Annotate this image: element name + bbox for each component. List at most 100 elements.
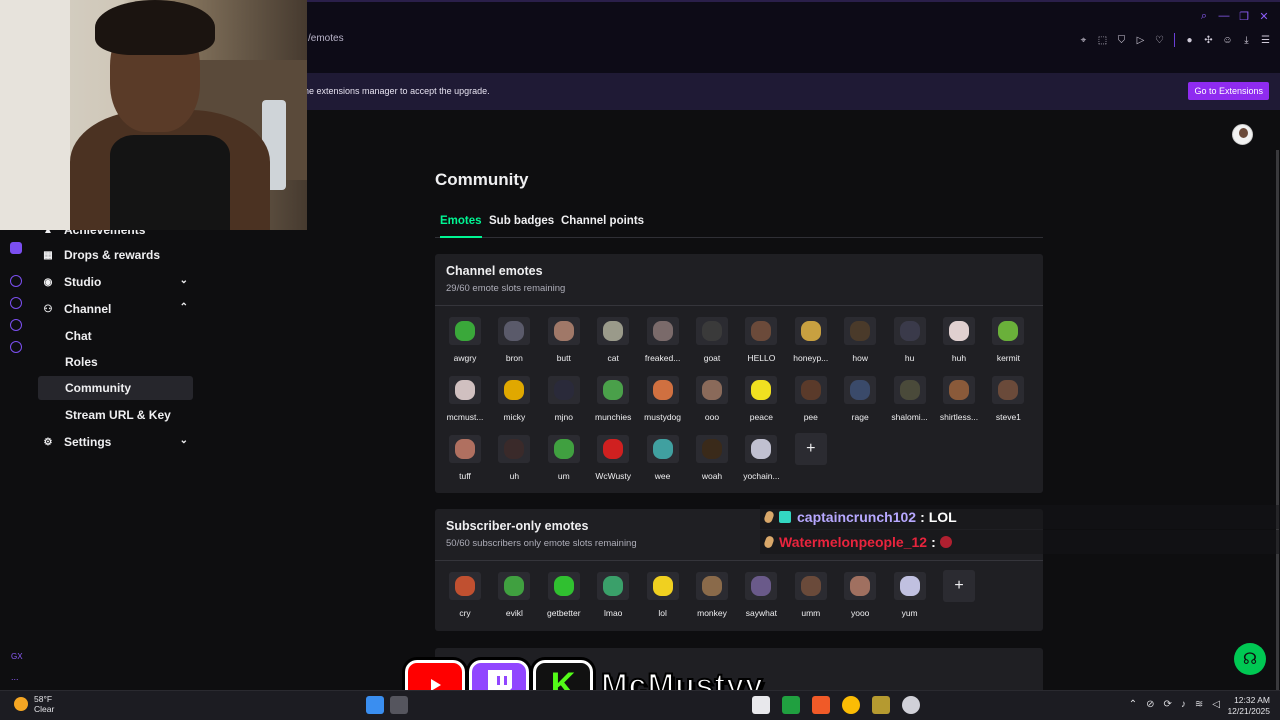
emote-item[interactable]: mustydog	[638, 376, 688, 426]
user-icon[interactable]: ☺	[1221, 34, 1234, 47]
search-icon[interactable]	[390, 696, 408, 714]
add-emote-button[interactable]: +	[943, 570, 975, 602]
sidebar-item-community[interactable]: Community	[38, 376, 193, 400]
emote-item[interactable]: lol	[638, 572, 688, 622]
address-bar-url[interactable]: /emotes	[308, 33, 344, 44]
chrome-icon[interactable]	[842, 696, 860, 714]
emote-item[interactable]: lmao	[588, 572, 638, 622]
emote-item[interactable]: tuff	[440, 435, 490, 485]
emote-item[interactable]: getbetter	[539, 572, 589, 622]
emote-item[interactable]: huh	[934, 317, 984, 367]
emote-item[interactable]: micky	[489, 376, 539, 426]
emote-item[interactable]: monkey	[687, 572, 737, 622]
add-emote-button[interactable]: +	[794, 433, 827, 465]
play-icon[interactable]: ▷	[1134, 34, 1147, 47]
account-icon[interactable]: ●	[1183, 34, 1196, 47]
extensions-rail-icon[interactable]	[10, 319, 22, 331]
emote-item[interactable]: umm	[786, 572, 836, 622]
emote-item[interactable]: cry	[440, 572, 490, 622]
emote-item[interactable]: woah	[687, 435, 737, 485]
wifi-icon[interactable]: ≋	[1195, 699, 1203, 710]
sidebar-item-stream-url-key[interactable]: Stream URL & Key	[38, 403, 193, 427]
emote-item[interactable]: mcmust...	[440, 376, 490, 426]
emote-item[interactable]: awgry	[440, 317, 490, 367]
more-icon[interactable]: ...	[11, 672, 19, 682]
emote-item[interactable]: hu	[885, 317, 935, 367]
go-to-extensions-button[interactable]: Go to Extensions	[1188, 82, 1269, 100]
emote-item[interactable]: munchies	[588, 376, 638, 426]
chevron-up-icon[interactable]: ⌃	[1129, 699, 1137, 710]
emote-item[interactable]: yooo	[835, 572, 885, 622]
emote-item[interactable]: bron	[489, 317, 539, 367]
close-icon[interactable]: ✕	[1258, 10, 1270, 23]
excel-icon[interactable]	[782, 696, 800, 714]
discord-icon[interactable]	[10, 242, 22, 254]
emote-item[interactable]: butt	[539, 317, 589, 367]
settings-rail-icon[interactable]	[10, 341, 22, 353]
emote-item[interactable]: rage	[835, 376, 885, 426]
emote-item[interactable]: ooo	[687, 376, 737, 426]
volume-icon[interactable]: ◁	[1212, 699, 1220, 710]
download-icon[interactable]: ⤓	[1240, 34, 1253, 47]
sidebar-item-settings[interactable]: ⚙ Settings ⌄	[38, 430, 193, 454]
network-icon[interactable]: ⊘	[1146, 699, 1154, 710]
emote-item[interactable]: cat	[588, 317, 638, 367]
extensions-icon[interactable]: ✣	[1202, 34, 1215, 47]
minimize-icon[interactable]: —	[1218, 10, 1230, 22]
emote-item[interactable]: uh	[489, 435, 539, 485]
shield-icon[interactable]: ⛉	[1115, 34, 1128, 47]
emote-item[interactable]: kermit	[983, 317, 1033, 367]
emote-item[interactable]: saywhat	[736, 572, 786, 622]
player-icon[interactable]	[10, 275, 22, 287]
menu-icon[interactable]: ☰	[1259, 34, 1272, 47]
tab-sub-badges[interactable]: Sub badges	[489, 215, 554, 238]
sidebar-item-channel[interactable]: ⚇ Channel ⌃	[38, 297, 193, 321]
emote-item[interactable]: yochain...	[736, 435, 786, 485]
app-icon[interactable]	[812, 696, 830, 714]
emote-image	[547, 317, 580, 345]
heart-icon[interactable]: ♡	[1153, 34, 1166, 47]
emote-item[interactable]: honeyp...	[786, 317, 836, 367]
emote-item[interactable]: freaked...	[638, 317, 688, 367]
emote-item[interactable]: WcWusty	[588, 435, 638, 485]
emote-item[interactable]: wee	[638, 435, 688, 485]
tab-channel-points[interactable]: Channel points	[561, 215, 644, 238]
community-tabs: Emotes Sub badges Channel points	[435, 210, 1043, 238]
emote-item[interactable]: yum	[885, 572, 935, 622]
sidebar-item-chat[interactable]: Chat	[38, 324, 193, 348]
app-icon[interactable]	[902, 696, 920, 714]
restore-icon[interactable]: ❐	[1238, 10, 1250, 23]
taskbar-clock[interactable]: 12:32 AM 12/21/2025	[1227, 695, 1270, 717]
windows-start-icon[interactable]	[366, 696, 384, 714]
sidebar-item-studio[interactable]: ◉ Studio ⌄	[38, 270, 193, 294]
emote-item[interactable]: steve1	[983, 376, 1033, 426]
sidebar-item-label: Community	[65, 381, 131, 395]
pin-icon[interactable]: ⌖	[1077, 34, 1090, 47]
mic-icon[interactable]: ♪	[1181, 699, 1186, 710]
store-icon[interactable]	[752, 696, 770, 714]
sidebar-item-drops[interactable]: ▦ Drops & rewards	[38, 243, 193, 267]
search-icon[interactable]: ⌕	[1198, 10, 1210, 22]
history-icon[interactable]	[10, 297, 22, 309]
app-icon[interactable]	[872, 696, 890, 714]
emote-item[interactable]: peace	[736, 376, 786, 426]
emote-item[interactable]: um	[539, 435, 589, 485]
emote-item[interactable]: HELLO	[736, 317, 786, 367]
emote-image	[646, 317, 679, 345]
emote-item[interactable]: goat	[687, 317, 737, 367]
emote-item[interactable]: shirtless...	[934, 376, 984, 426]
help-button[interactable]: ☊	[1234, 643, 1266, 675]
emote-item[interactable]: mjno	[539, 376, 589, 426]
emote-item[interactable]: pee	[786, 376, 836, 426]
emote-image	[745, 317, 778, 345]
emote-item[interactable]: shalomi...	[885, 376, 935, 426]
avatar[interactable]	[1232, 124, 1253, 145]
sidebar-item-roles[interactable]: Roles	[38, 350, 193, 374]
weather-widget[interactable]: 58°F Clear	[14, 694, 54, 714]
snapshot-icon[interactable]: ⬚	[1096, 34, 1109, 47]
emote-item[interactable]: evikl	[489, 572, 539, 622]
sync-icon[interactable]: ⟳	[1164, 699, 1172, 710]
scrollbar[interactable]	[1276, 150, 1279, 690]
tab-emotes[interactable]: Emotes	[440, 215, 482, 238]
emote-item[interactable]: how	[835, 317, 885, 367]
